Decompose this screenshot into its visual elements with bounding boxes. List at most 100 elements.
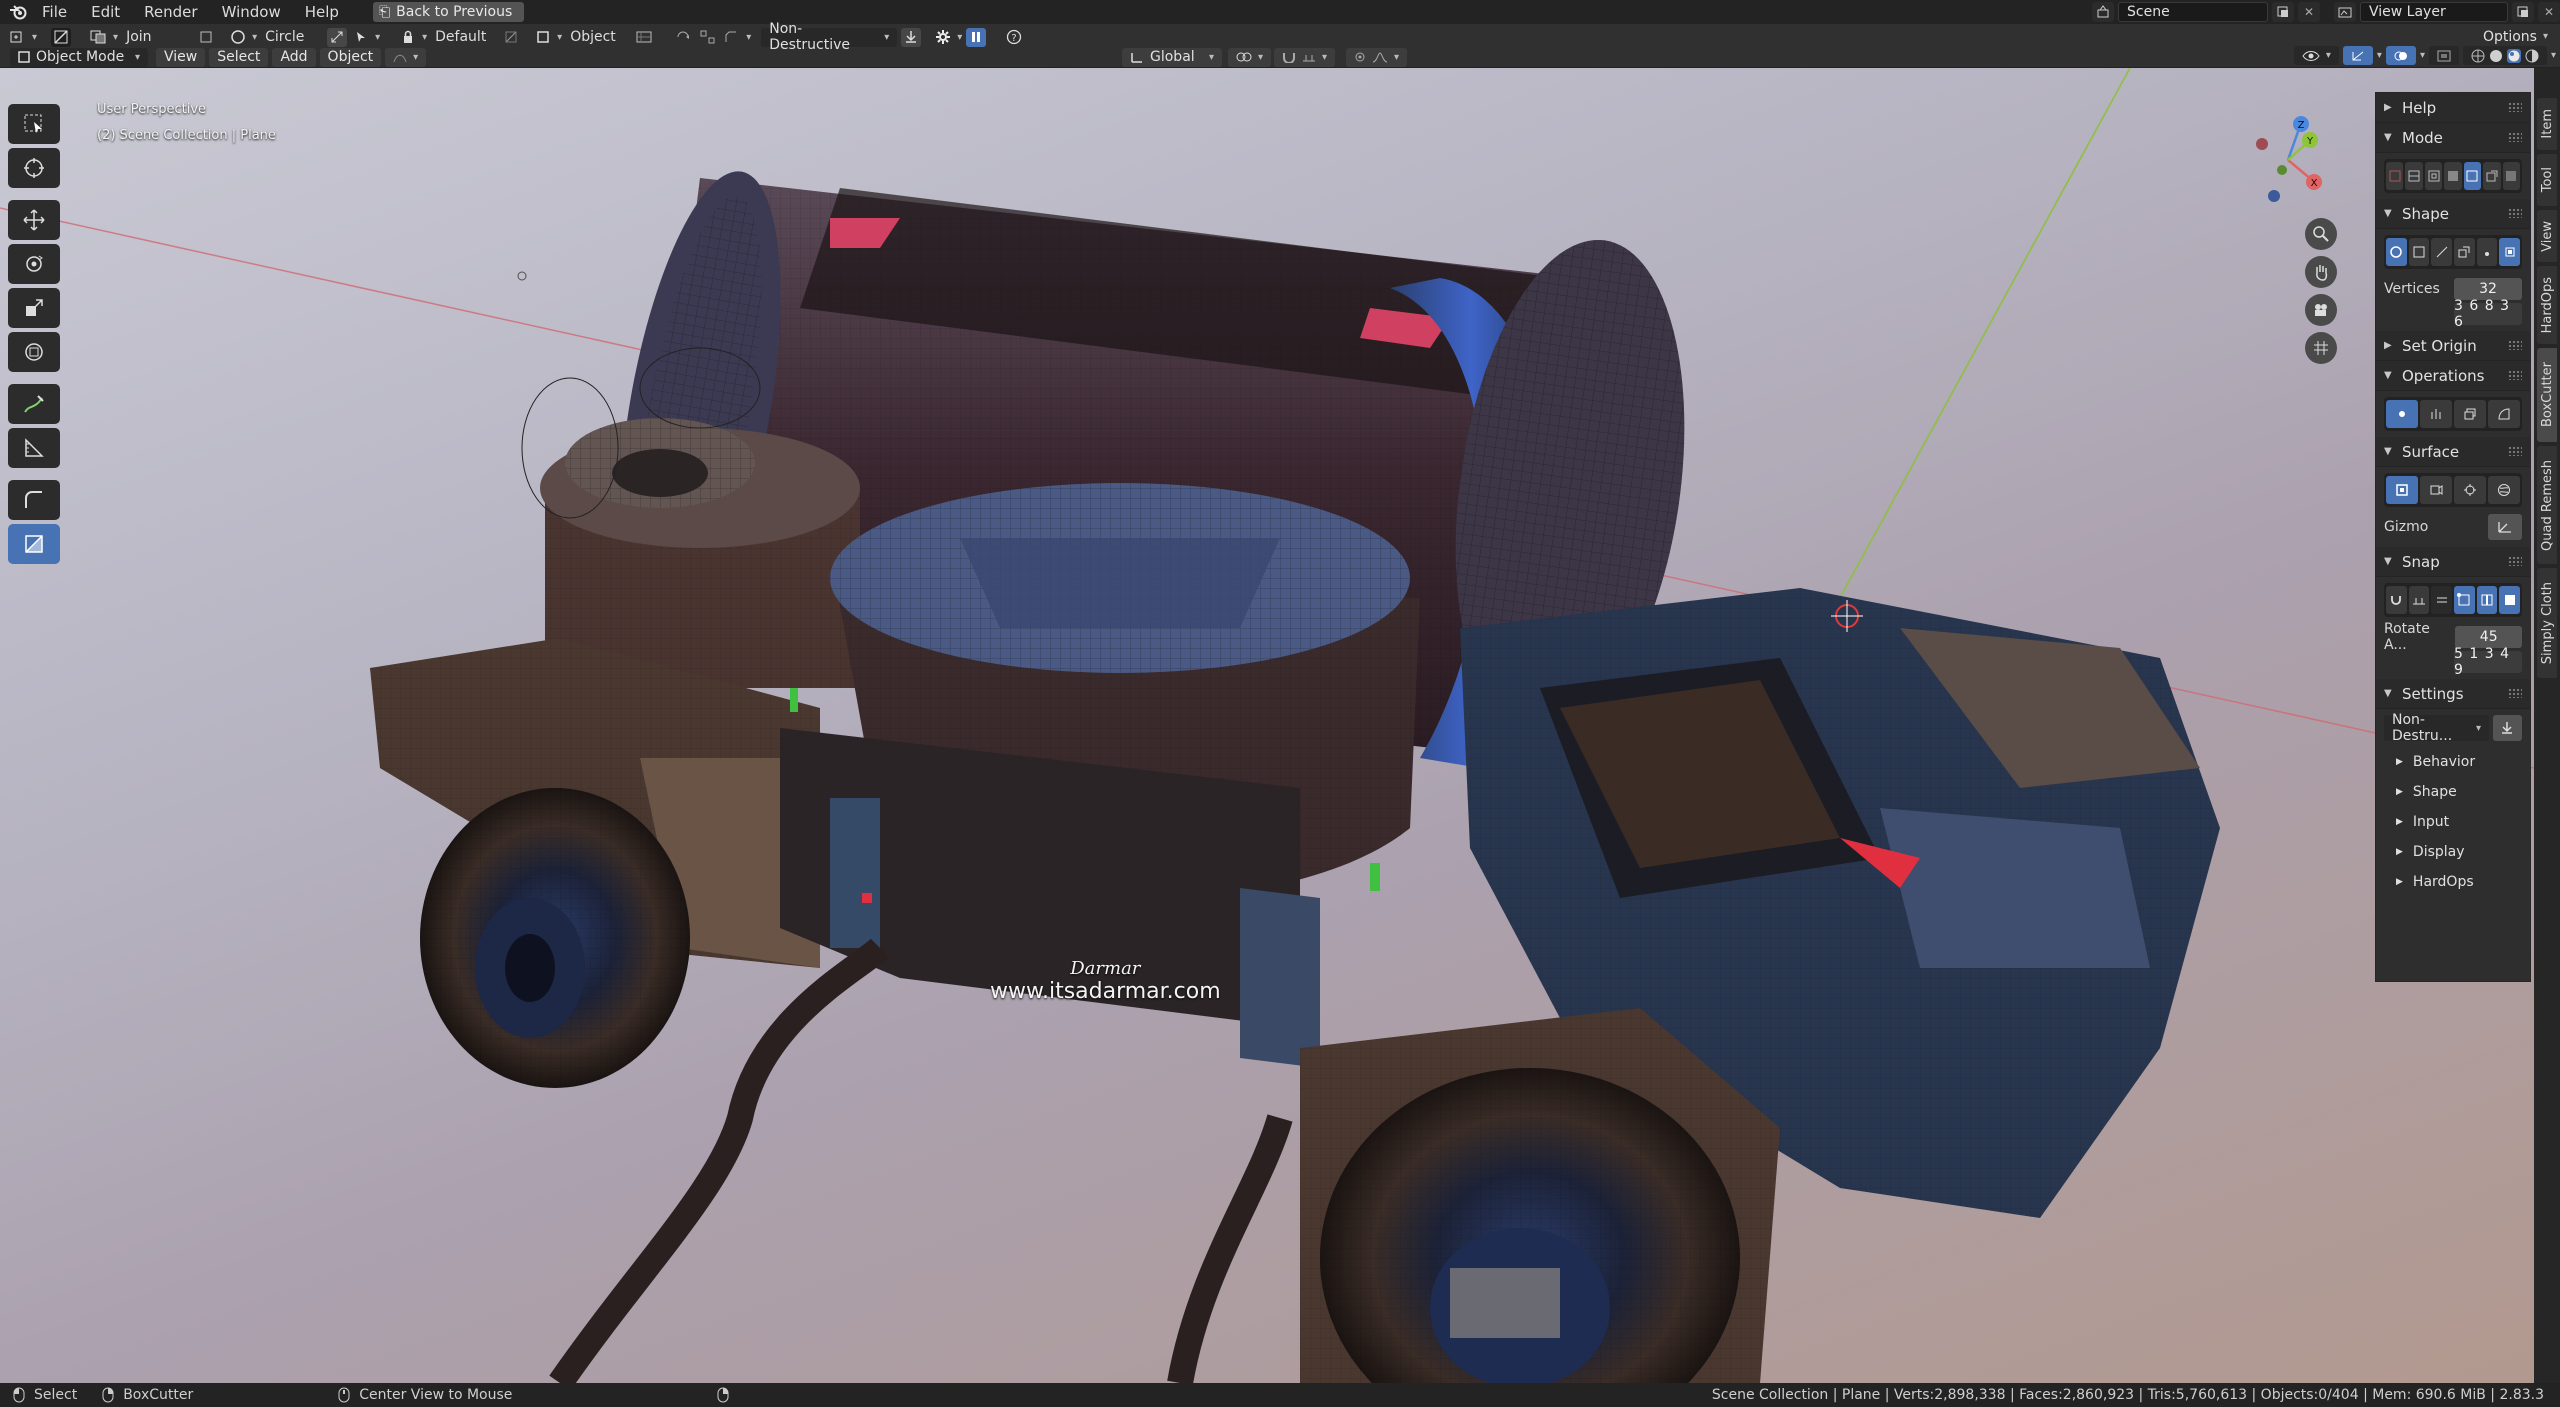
bevel-icon[interactable] [722,28,742,47]
mode-knife-icon[interactable] [2463,162,2482,190]
active-tool-icon[interactable] [51,27,72,47]
modifier-caret[interactable]: ▾ [746,32,751,43]
wireframe-toggle-icon[interactable] [634,28,654,47]
header-menu-view[interactable]: View [156,47,206,67]
panel-set-origin-header[interactable]: ▶ Set Origin [2376,331,2530,361]
panel-snap-header[interactable]: ▼ Snap [2376,547,2530,577]
gear-icon[interactable] [933,28,953,47]
tab-simply-cloth[interactable]: Simply Cloth [2537,568,2557,678]
shape-label[interactable]: Circle [261,29,323,45]
scale-origin-icon[interactable] [327,27,348,47]
shape-box-icon[interactable] [2408,238,2430,266]
panel-settings-header[interactable]: ▼ Settings [2376,679,2530,709]
annotate-tool[interactable] [8,384,60,424]
mode-slice-icon[interactable] [2405,162,2423,190]
shading-modes[interactable] [2462,46,2547,65]
shape-caret[interactable]: ▾ [252,32,257,43]
settings-mode-dropdown[interactable]: Non-Destru... ▾ [2384,712,2489,744]
view-layer-icon[interactable] [2334,2,2356,22]
object-target-icon[interactable] [533,28,553,47]
proportional-edit-toggle[interactable]: ▾ [1346,47,1408,67]
snap-edge-icon[interactable] [2476,586,2498,614]
boxcutter-tool[interactable] [8,524,60,564]
panel-mode-header[interactable]: ▼ Mode [2376,123,2530,153]
scene-selector-icon[interactable] [2092,2,2114,22]
interaction-mode-dropdown[interactable]: Object Mode ▾ [10,47,148,67]
surface-view-icon[interactable] [2420,476,2452,504]
rotate-tool[interactable] [8,244,60,284]
settings-display[interactable]: ▶ Display [2376,837,2530,867]
navigation-gizmo[interactable]: X Z Y [2228,108,2358,364]
settings-shape[interactable]: ▶ Shape [2376,777,2530,807]
surface-world-icon[interactable] [2488,476,2520,504]
settings-input[interactable]: ▶ Input [2376,807,2530,837]
tab-view[interactable]: View [2537,210,2557,262]
drag-grip-icon[interactable] [2508,340,2522,350]
transform-orientation-dropdown[interactable]: Global ▾ [1122,47,1222,67]
pivot-point-dropdown[interactable]: ▾ [1228,47,1272,67]
drag-grip-icon[interactable] [2508,688,2522,698]
settings-behavior[interactable]: ▶ Behavior [2376,747,2530,777]
shape-dot-icon[interactable] [2476,238,2498,266]
snap-toggle[interactable]: ▾ [1274,47,1336,67]
delete-scene-icon[interactable]: ✕ [2298,2,2320,22]
new-scene-icon[interactable] [2272,2,2294,22]
panel-shape-header[interactable]: ▼ Shape [2376,199,2530,229]
back-to-previous-button[interactable]: ⎗ Back to Previous [372,2,525,22]
drag-grip-icon[interactable] [2508,102,2522,112]
settings-apply-icon[interactable] [2492,715,2522,741]
drag-grip-icon[interactable] [2508,370,2522,380]
zoom-view-icon[interactable] [2305,218,2337,250]
pan-view-hand-icon[interactable] [2305,256,2337,288]
surface-cursor-icon[interactable] [2454,476,2486,504]
shading-caret[interactable]: ▾ [2551,50,2556,61]
shape-custom-icon[interactable] [2454,238,2475,266]
tab-item[interactable]: Item [2537,98,2557,150]
cursor-tool[interactable] [8,148,60,188]
help-question-icon[interactable]: ? [1004,28,1024,47]
snap-vertex-icon[interactable] [2454,586,2475,614]
lock-caret[interactable]: ▾ [422,32,427,43]
mode-cut-icon[interactable] [2386,162,2404,190]
view-layer-field[interactable]: View Layer [2360,2,2508,22]
boolean-join-icon[interactable] [89,28,109,47]
gpencil-dropdown[interactable]: ▾ [385,47,427,67]
boolean-mode-label[interactable]: Join [122,29,192,45]
align-icon[interactable] [501,28,521,47]
gizmo-toggle-button[interactable] [2488,514,2522,540]
target-label[interactable]: Object [566,29,630,45]
ortho-grid-icon[interactable] [2305,332,2337,364]
pause-icon[interactable] [966,27,987,47]
mode-join-icon[interactable] [2444,162,2462,190]
blender-logo-icon[interactable] [6,0,30,24]
settings-caret[interactable]: ▾ [957,32,962,43]
apply-download-icon[interactable] [901,27,922,47]
target-caret[interactable]: ▾ [557,32,562,43]
editor-type-caret[interactable]: ▾ [32,32,37,43]
panel-help-header[interactable]: ▶ Help [2376,93,2530,123]
overlays-toggle[interactable] [2385,46,2416,65]
box-shape-icon[interactable] [196,28,216,47]
origin-label[interactable]: Default [431,29,497,45]
scene-name-field[interactable]: Scene [2118,2,2268,22]
menu-render[interactable]: Render [132,0,209,24]
header-menu-object[interactable]: Object [319,47,382,67]
cursor-caret[interactable]: ▾ [375,32,380,43]
circle-shape-icon[interactable] [228,28,248,47]
shape-circle-icon[interactable] [2386,238,2407,266]
xray-toggle[interactable] [2428,46,2459,65]
snap-magnet-icon[interactable] [2386,586,2407,614]
mode-inset-icon[interactable] [2424,162,2443,190]
measure-tool[interactable] [8,428,60,468]
rotate-angle-presets[interactable]: 5 1 3 4 9 [2454,646,2522,678]
mode-make-icon[interactable] [2502,162,2520,190]
lock-icon[interactable] [398,28,418,47]
transform-tool[interactable] [8,332,60,372]
surface-object-icon[interactable] [2386,476,2418,504]
3d-viewport[interactable]: User Perspective (2) Scene Collection | … [0,68,2534,1383]
menu-help[interactable]: Help [293,0,351,24]
drag-grip-icon[interactable] [2508,208,2522,218]
move-tool[interactable] [8,200,60,240]
drag-grip-icon[interactable] [2508,132,2522,142]
tab-quad-remesh[interactable]: Quad Remesh [2537,446,2557,564]
